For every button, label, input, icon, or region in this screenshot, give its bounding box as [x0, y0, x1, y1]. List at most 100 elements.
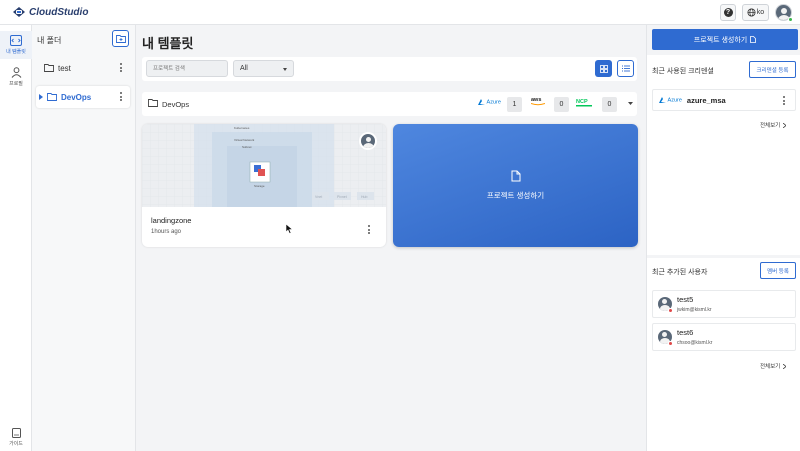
create-project-button[interactable]: 프로젝트 생성하기 [652, 29, 798, 50]
user-item[interactable]: test6 chsoo@kisml.kr [652, 323, 796, 351]
rail-item-guide[interactable]: 가이드 [0, 428, 32, 450]
rail-label-guide: 가이드 [9, 441, 23, 447]
grid-view-button[interactable] [595, 60, 612, 77]
user-name: test6 [677, 328, 694, 337]
folder-header[interactable]: DevOps Azure 1 aws 0 NCP 0 [142, 92, 637, 116]
new-file-icon [511, 170, 520, 182]
azure-logo-icon: Azure [659, 96, 682, 104]
users-section: 최근 추가된 사용자 멤버 등록 test5 jwkim@kisml.kr te… [647, 258, 800, 451]
thumb-label: Storage [254, 184, 265, 188]
help-button[interactable]: ? [720, 4, 736, 21]
top-bar: CloudStudio ? ko [0, 0, 800, 25]
list-view-button[interactable] [617, 60, 634, 77]
project-search-input[interactable] [146, 60, 228, 77]
thumb-label: Vnet [315, 195, 322, 199]
template-thumbnail: Kubernetes Virtual Network Subnet Storag… [142, 124, 386, 207]
user-email: jwkim@kisml.kr [677, 307, 712, 313]
create-project-card[interactable]: 프로젝트 생성하기 [393, 124, 638, 247]
user-status-badge [668, 308, 673, 313]
provider-name: Azure [486, 99, 501, 106]
template-time: 1hours ago [151, 229, 182, 235]
credential-name: azure_msa [686, 95, 726, 105]
thumb-label: Hub [361, 195, 367, 199]
person-icon [11, 67, 21, 78]
create-project-button-label: 프로젝트 생성하기 [693, 36, 748, 44]
page-title: 내 템플릿 [142, 36, 194, 51]
language-label: ko [756, 9, 765, 16]
folder-icon [148, 99, 158, 107]
mouse-cursor-icon [286, 224, 293, 234]
owner-avatar [359, 132, 377, 150]
book-icon [11, 428, 21, 438]
provider-count: 1 [507, 97, 522, 112]
logo-text: CloudStudio [29, 6, 89, 18]
folder-label: DevOps [61, 92, 92, 102]
diagram-preview-icon: Kubernetes Virtual Network Subnet Storag… [142, 124, 386, 207]
globe-icon [747, 8, 756, 17]
nav-rail: 내 템플릿 프로필 가이드 [0, 25, 32, 451]
chevron-down-icon [283, 68, 287, 71]
register-member-button[interactable]: 멤버 등록 [760, 262, 796, 279]
folder-item-devops[interactable]: DevOps [36, 86, 130, 108]
main-content: 내 템플릿 All [136, 25, 646, 451]
rail-item-profile[interactable]: 프로필 [0, 65, 32, 93]
online-status-badge [788, 17, 793, 22]
users-title: 최근 추가된 사용자 [652, 269, 708, 276]
user-status-badge [668, 341, 673, 346]
add-folder-button[interactable] [112, 30, 129, 47]
folder-icon [44, 64, 54, 72]
see-all-label: 전체보기 [760, 364, 781, 370]
thumb-label: Pivnet [337, 195, 347, 199]
credential-more-icon[interactable] [782, 96, 785, 105]
caret-right-icon [39, 94, 43, 100]
aws-logo-icon: aws [531, 97, 545, 106]
credential-item[interactable]: Azure azure_msa [652, 89, 796, 111]
rail-label-my-templates: 내 템플릿 [6, 49, 26, 55]
azure-logo-icon: Azure [478, 99, 501, 105]
cloudstudio-logo-icon [13, 7, 25, 17]
see-all-label: 전체보기 [760, 123, 781, 129]
provider-count: 0 [602, 97, 617, 112]
users-see-all-link[interactable]: 전체보기 [760, 362, 787, 370]
register-credential-label: 크리덴셜 등록 [756, 67, 789, 74]
chevron-right-icon [783, 363, 787, 369]
folder-item-test[interactable]: test [36, 57, 130, 79]
template-icon [10, 35, 22, 46]
credential-provider: Azure [667, 97, 682, 104]
thumb-label: Subnet [242, 145, 252, 149]
folder-panel: 내 폴더 test DevOps [32, 25, 136, 451]
provider-name: NCP [576, 99, 588, 105]
folder-icon [47, 93, 57, 101]
template-more-icon[interactable] [367, 225, 370, 234]
right-panel: 프로젝트 생성하기 최근 사용된 크리덴셜 크리덴셜 등록 Azure azur… [646, 25, 800, 451]
provider-filter-select[interactable]: All [233, 60, 294, 77]
chevron-down-icon[interactable] [628, 102, 633, 106]
credentials-section: 최근 사용된 크리덴셜 크리덴셜 등록 Azure azure_msa 전체보기 [647, 55, 800, 255]
grid-icon [599, 64, 608, 73]
credentials-see-all-link[interactable]: 전체보기 [760, 121, 787, 129]
logo[interactable]: CloudStudio [12, 6, 88, 18]
rail-item-my-templates[interactable]: 내 템플릿 [0, 31, 32, 59]
language-button[interactable]: ko [742, 4, 769, 21]
folder-label: test [58, 63, 71, 73]
provider-count: 0 [554, 97, 569, 112]
register-credential-button[interactable]: 크리덴셜 등록 [749, 61, 796, 78]
user-item[interactable]: test5 jwkim@kisml.kr [652, 290, 796, 318]
list-icon [621, 65, 630, 72]
provider-name: aws [531, 97, 542, 103]
folder-more-icon[interactable] [119, 92, 122, 101]
folder-more-icon[interactable] [119, 63, 122, 72]
thumb-label: Virtual Network [234, 138, 255, 142]
ncp-logo-icon: NCP [576, 99, 592, 107]
template-name: landingzone [151, 216, 192, 225]
rail-label-profile: 프로필 [9, 81, 23, 87]
folder-header-name: DevOps [162, 100, 190, 109]
template-card[interactable]: Kubernetes Virtual Network Subnet Storag… [142, 124, 386, 247]
thumb-label: Kubernetes [234, 126, 250, 130]
register-member-label: 멤버 등록 [767, 268, 789, 275]
filter-bar: All [142, 57, 637, 81]
help-icon: ? [723, 8, 733, 17]
new-file-icon [750, 36, 757, 43]
chevron-right-icon [783, 122, 787, 128]
user-email: chsoo@kisml.kr [677, 340, 713, 346]
